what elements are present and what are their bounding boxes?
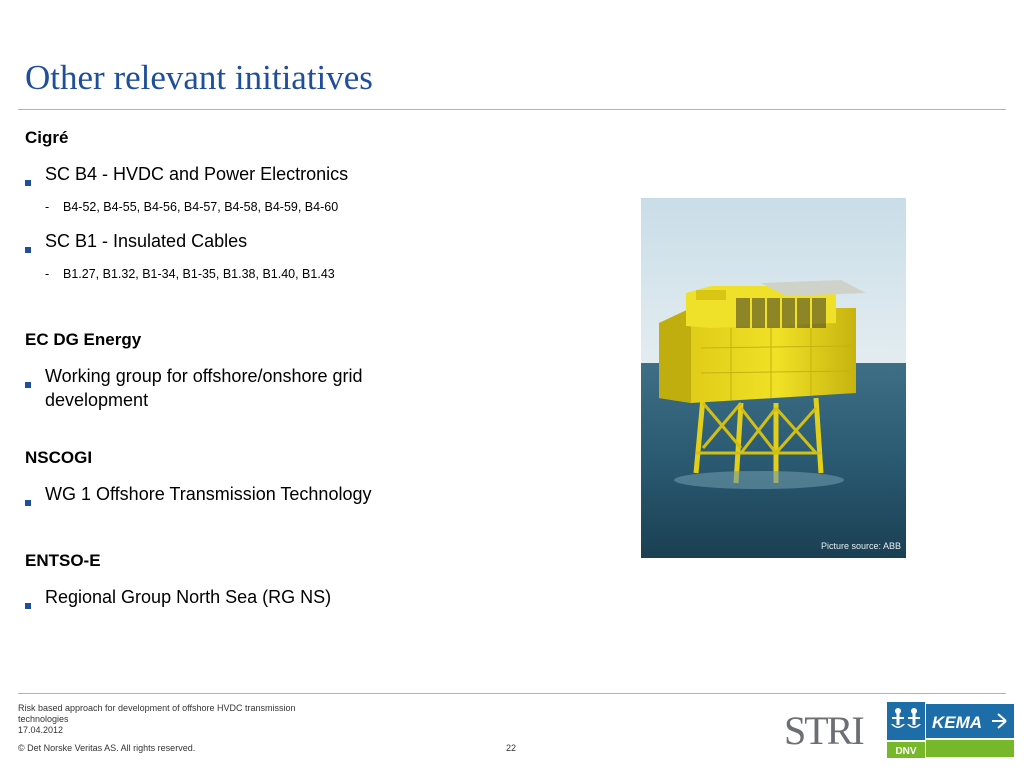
dnv-logo: DNV xyxy=(887,702,925,758)
sub-bullet-text: B1.27, B1.32, B1-34, B1-35, B1.38, B1.40… xyxy=(63,267,335,281)
footer-divider xyxy=(18,693,1006,694)
section-heading: NSCOGI xyxy=(25,448,93,467)
stri-logo-text: STRI xyxy=(784,710,863,750)
square-bullet-icon xyxy=(25,482,45,515)
kema-logo-accent xyxy=(926,740,1014,757)
section-heading: Cigré xyxy=(25,128,69,147)
section-nscogi: NSCOGI WG 1 Offshore Transmission Techno… xyxy=(25,448,445,515)
square-bullet-icon xyxy=(25,585,45,618)
sub-bullet-item: - B4-52, B4-55, B4-56, B4-57, B4-58, B4-… xyxy=(45,199,445,215)
dnv-logo-text: DNV xyxy=(895,746,916,757)
bullet-text: Regional Group North Sea (RG NS) xyxy=(45,587,332,607)
square-bullet-icon xyxy=(25,162,45,195)
offshore-platform-photo: Picture source: ABB xyxy=(641,198,906,558)
page-number: 22 xyxy=(506,743,517,753)
bullet-item: SC B1 - Insulated Cables xyxy=(25,229,445,262)
kema-logo: KEMA xyxy=(926,704,1014,738)
dash-bullet-icon: - xyxy=(45,200,50,214)
section-heading: EC DG Energy xyxy=(25,330,142,349)
bullet-text: SC B1 - Insulated Cables xyxy=(45,231,248,251)
stri-logo: STRI xyxy=(784,710,865,750)
kema-logo-text: KEMA xyxy=(932,713,982,732)
bullet-item: SC B4 - HVDC and Power Electronics xyxy=(25,162,445,195)
bullet-text: Working group for offshore/onshore grid … xyxy=(45,366,363,410)
bullet-item: Working group for offshore/onshore grid … xyxy=(25,364,445,412)
sub-bullet-text: B4-52, B4-55, B4-56, B4-57, B4-58, B4-59… xyxy=(63,200,339,214)
footer-date: 17.04.2012 xyxy=(18,725,64,735)
square-bullet-icon xyxy=(25,364,45,397)
section-entso-e: ENTSO-E Regional Group North Sea (RG NS) xyxy=(25,551,445,618)
slide-content: Cigré SC B4 - HVDC and Power Electronics… xyxy=(25,128,445,620)
section-cigre: Cigré SC B4 - HVDC and Power Electronics… xyxy=(25,128,445,282)
slide-title: Other relevant initiatives xyxy=(25,58,373,97)
bullet-text: WG 1 Offshore Transmission Technology xyxy=(45,484,372,504)
platform-illustration xyxy=(641,198,906,558)
bullet-text: SC B4 - HVDC and Power Electronics xyxy=(45,164,349,184)
footer-subject: Risk based approach for development of o… xyxy=(18,703,348,736)
section-heading: ENTSO-E xyxy=(25,551,101,570)
title-divider xyxy=(18,109,1006,110)
sub-bullet-item: - B1.27, B1.32, B1-34, B1-35, B1.38, B1.… xyxy=(45,266,445,282)
footer-subject-text: Risk based approach for development of o… xyxy=(18,703,296,724)
footer-copyright: © Det Norske Veritas AS. All rights rese… xyxy=(18,743,196,753)
photo-caption: Picture source: ABB xyxy=(820,541,901,551)
bullet-item: WG 1 Offshore Transmission Technology xyxy=(25,482,445,515)
square-bullet-icon xyxy=(25,229,45,262)
dash-bullet-icon: - xyxy=(45,267,50,281)
bullet-item: Regional Group North Sea (RG NS) xyxy=(25,585,445,618)
section-ec-dg-energy: EC DG Energy Working group for offshore/… xyxy=(25,330,445,412)
